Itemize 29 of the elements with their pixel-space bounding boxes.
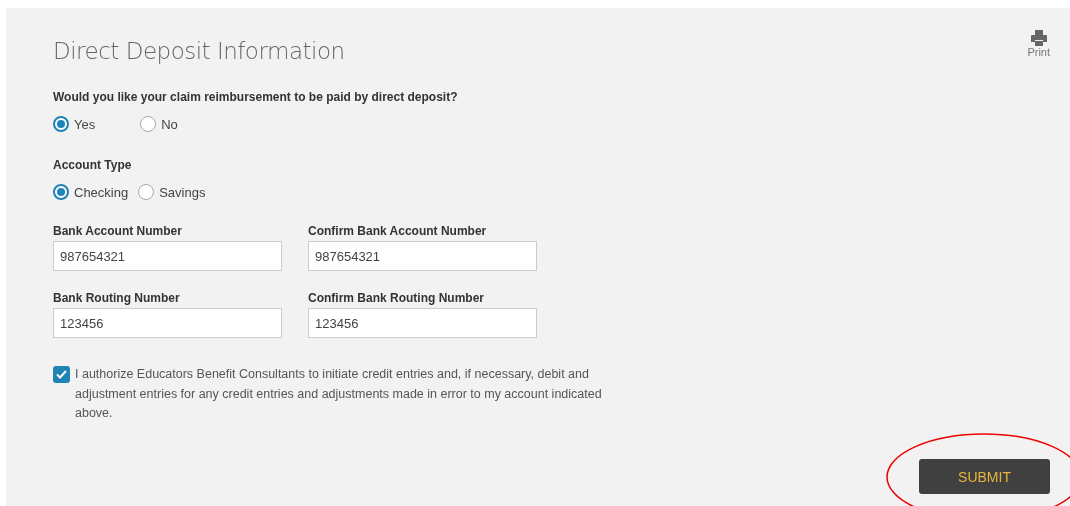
radio-option[interactable]: Savings: [138, 184, 206, 200]
print-button[interactable]: Print: [1027, 30, 1050, 58]
radio-button[interactable]: [53, 116, 69, 132]
radio-option[interactable]: Yes: [53, 116, 96, 132]
checkmark-icon: [56, 370, 67, 379]
field-label: Bank Routing Number: [53, 291, 181, 305]
field-label: Confirm Bank Routing Number: [308, 291, 485, 305]
submit-button[interactable]: SUBMIT: [919, 459, 1050, 494]
radio-label[interactable]: No: [161, 116, 178, 132]
authorization-text: I authorize Educators Benefit Consultants to initiate credit entries and, if necessary, debit and adjustment entries for any credit entries and adjustments made in error to my account indicated above.: [75, 366, 603, 422]
input-field[interactable]: 987654321: [308, 241, 537, 271]
radio-label[interactable]: Checking: [74, 184, 129, 200]
field-label: Confirm Bank Account Number: [308, 224, 488, 238]
account-type-label: Account Type: [53, 158, 133, 172]
checkbox[interactable]: [53, 366, 70, 383]
radio-label[interactable]: Savings: [159, 184, 206, 200]
radio-option[interactable]: Checking: [53, 184, 129, 200]
question-label: Would you like your claim reimbursement to be paid by direct deposit?: [53, 90, 459, 104]
radio-label[interactable]: Yes: [74, 116, 96, 132]
radio-option[interactable]: No: [140, 116, 178, 132]
page-title: Direct Deposit Information: [53, 38, 345, 64]
radio-button[interactable]: [138, 184, 155, 200]
printer-icon: [1030, 30, 1047, 46]
radio-button[interactable]: [53, 184, 69, 200]
input-field[interactable]: 987654321: [53, 241, 282, 271]
field-label: Bank Account Number: [53, 224, 183, 238]
input-field[interactable]: 123456: [308, 308, 537, 338]
input-field[interactable]: 123456: [53, 308, 282, 338]
radio-button[interactable]: [140, 116, 157, 132]
